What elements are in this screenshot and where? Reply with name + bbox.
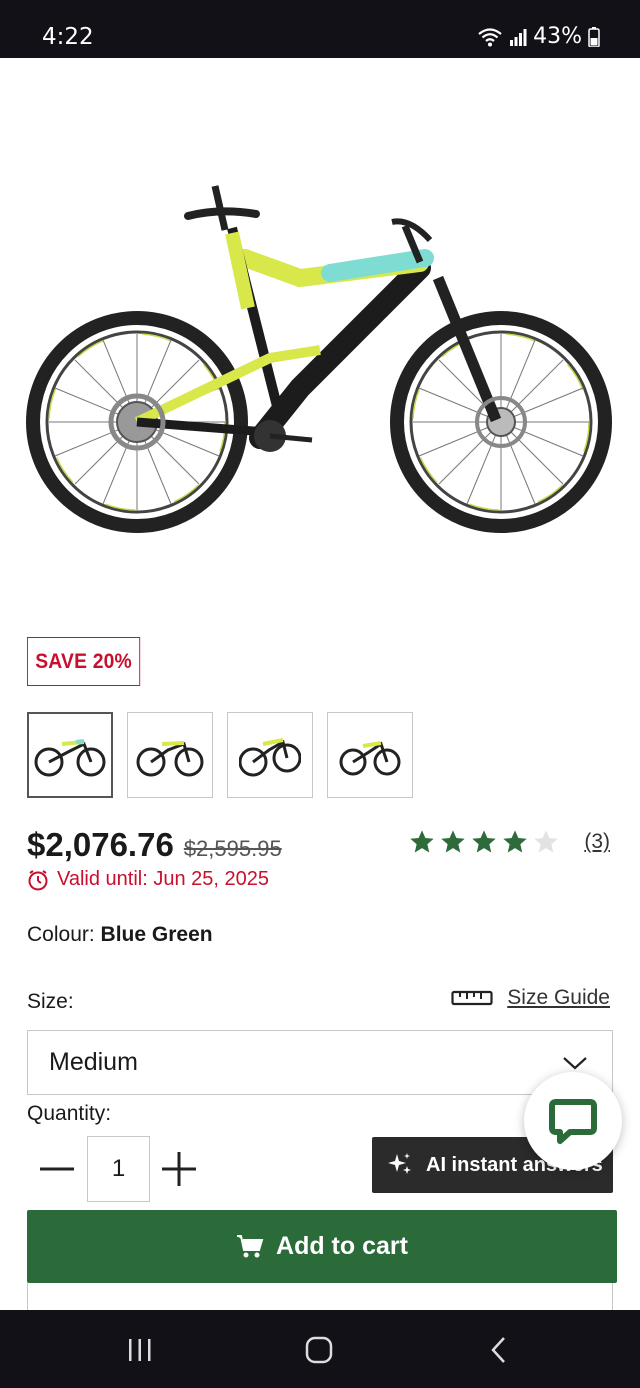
- thumbnail-strip: [27, 712, 413, 798]
- colour-value: Blue Green: [100, 923, 213, 946]
- status-icons: 43%: [477, 24, 600, 49]
- size-guide-label: Size Guide: [507, 986, 610, 1009]
- status-bar: 4:22 43%: [0, 0, 640, 58]
- minus-icon: [40, 1167, 74, 1171]
- below-card-edge: [27, 1283, 613, 1311]
- home-button[interactable]: [289, 1330, 349, 1370]
- bike-thumbnail-icon: [34, 739, 106, 777]
- thumbnail-1[interactable]: [27, 712, 113, 798]
- cart-icon: [237, 1234, 264, 1257]
- back-icon: [491, 1337, 505, 1363]
- chat-button[interactable]: [524, 1072, 622, 1170]
- recent-apps-icon: [129, 1339, 151, 1361]
- chevron-down-icon: [563, 1056, 587, 1069]
- save-badge: SAVE 20%: [27, 637, 141, 686]
- home-icon: [305, 1336, 333, 1364]
- chat-icon: [549, 1099, 597, 1144]
- product-image[interactable]: [0, 58, 640, 618]
- navigation-bar: [0, 1310, 640, 1388]
- battery-percent: 43%: [533, 24, 582, 49]
- colour-row: Colour: Blue Green: [27, 923, 213, 947]
- review-count-link[interactable]: (3): [584, 830, 610, 854]
- original-price: $2,595.95: [183, 836, 282, 861]
- wifi-icon: [478, 27, 502, 46]
- thumbnail-3[interactable]: [227, 712, 313, 798]
- recent-apps-button[interactable]: [110, 1330, 170, 1370]
- quantity-label: Quantity:: [27, 1102, 112, 1125]
- quantity-decrease-button[interactable]: [38, 1150, 76, 1188]
- clock-icon: [28, 869, 48, 890]
- rating[interactable]: (3): [408, 828, 610, 856]
- signal-icon: [510, 28, 527, 46]
- sparkle-icon: [388, 1153, 411, 1174]
- current-price: $2,076.76: [27, 826, 174, 863]
- size-guide-link[interactable]: Size Guide: [451, 986, 610, 1010]
- valid-until-text: Valid until: Jun 25, 2025: [57, 868, 270, 890]
- ruler-icon: [451, 990, 493, 1006]
- bike-thumbnail-icon: [339, 741, 401, 776]
- price-row: $2,076.76 $2,595.95: [27, 826, 282, 864]
- valid-until: Valid until: Jun 25, 2025: [27, 868, 269, 891]
- quantity-input[interactable]: 1: [87, 1136, 150, 1202]
- status-time: 4:22: [42, 24, 94, 50]
- thumbnail-2[interactable]: [127, 712, 213, 798]
- star-icon: [503, 830, 527, 853]
- star-rating: [408, 828, 560, 856]
- plus-icon: [162, 1152, 196, 1186]
- add-to-cart-button[interactable]: Add to cart: [27, 1210, 617, 1283]
- size-label: Size:: [27, 990, 74, 1013]
- add-to-cart-label: Add to cart: [276, 1232, 408, 1260]
- colour-label: Colour:: [27, 923, 95, 946]
- size-select[interactable]: Medium: [27, 1030, 613, 1095]
- bike-thumbnail-icon: [136, 741, 204, 777]
- star-icon: [441, 830, 465, 853]
- battery-icon: [588, 26, 600, 47]
- star-empty-icon: [534, 830, 558, 853]
- bike-illustration: [26, 185, 612, 533]
- quantity-increase-button[interactable]: [160, 1150, 198, 1188]
- bike-thumbnail-icon: [239, 738, 301, 777]
- size-selected-value: Medium: [49, 1048, 138, 1076]
- star-icon: [472, 830, 496, 853]
- thumbnail-4[interactable]: [327, 712, 413, 798]
- star-icon: [410, 830, 434, 853]
- back-button[interactable]: [468, 1330, 528, 1370]
